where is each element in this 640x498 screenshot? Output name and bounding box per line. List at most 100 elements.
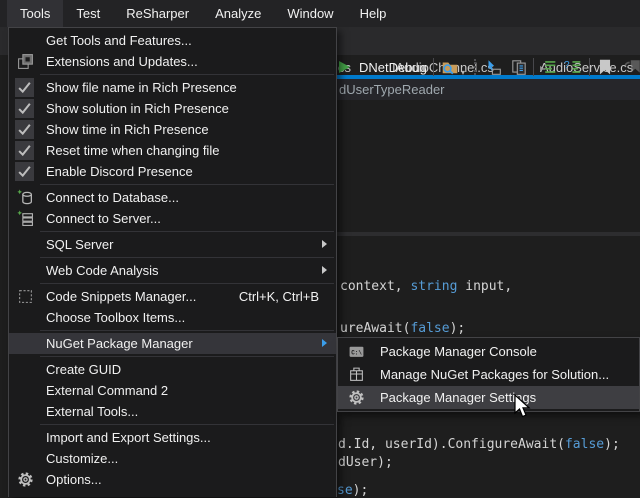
find-in-files-icon[interactable] <box>441 58 459 76</box>
menu-item-label: Show file name in Rich Presence <box>46 80 237 95</box>
bookmark-icon[interactable] <box>596 58 614 76</box>
menu-item-label: Package Manager Settings <box>380 390 536 405</box>
snippets-icon <box>17 288 34 305</box>
menu-bar: ToolsTestReSharperAnalyzeWindowHelp <box>0 0 640 27</box>
menu-item-show-file-name-in-rich-presence[interactable]: Show file name in Rich Presence <box>9 77 336 98</box>
tools-menu-panel: Get Tools and Features... Extensions and … <box>8 27 337 497</box>
gear-icon <box>17 471 34 488</box>
format-indent-icon[interactable] <box>539 58 557 76</box>
submenu-arrow-icon <box>322 240 327 248</box>
mouse-cursor <box>514 394 532 420</box>
chevron-down-icon[interactable]: ▾ <box>461 68 465 77</box>
menu-separator <box>40 330 334 331</box>
menu-item-label: Connect to Server... <box>46 211 161 226</box>
check-icon <box>15 78 34 97</box>
menu-item-label: Create GUID <box>46 362 121 377</box>
submenu-arrow-icon <box>322 339 327 347</box>
menu-item-label: Show solution in Rich Presence <box>46 101 229 116</box>
editor-divider <box>337 232 640 236</box>
menu-item-label: Import and Export Settings... <box>46 430 211 445</box>
menu-item-label: Show time in Rich Presence <box>46 122 209 137</box>
menu-item-show-time-in-rich-presence[interactable]: Show time in Rich Presence <box>9 119 336 140</box>
database-icon <box>17 189 34 206</box>
menubar-item-tools[interactable]: Tools <box>7 0 63 27</box>
menu-item-show-solution-in-rich-presence[interactable]: Show solution in Rich Presence <box>9 98 336 119</box>
menubar-item-help[interactable]: Help <box>347 0 400 27</box>
submenu-arrow-icon <box>322 266 327 274</box>
menu-item-web-code-analysis[interactable]: Web Code Analysis <box>9 260 336 281</box>
menu-item-label: Code Snippets Manager... <box>46 289 196 304</box>
menu-item-sql-server[interactable]: SQL Server <box>9 234 336 255</box>
menu-item-customize[interactable]: Customize... <box>9 448 336 469</box>
menu-item-code-snippets-manager[interactable]: Code Snippets Manager... Ctrl+K, Ctrl+B <box>9 286 336 307</box>
menu-item-enable-discord-presence[interactable]: Enable Discord Presence <box>9 161 336 182</box>
menubar-item-test[interactable]: Test <box>63 0 113 27</box>
menu-item-package-manager-console[interactable]: C:\ Package Manager Console <box>338 340 639 363</box>
code-line: se); <box>337 483 368 498</box>
menu-item-nuget-package-manager[interactable]: NuGet Package Manager <box>9 333 336 354</box>
menu-item-label: Enable Discord Presence <box>46 164 193 179</box>
menubar-item-resharper[interactable]: ReSharper <box>113 0 202 27</box>
menu-item-label: Package Manager Console <box>380 344 537 359</box>
menu-item-get-tools-and-features[interactable]: Get Tools and Features... <box>9 30 336 51</box>
menu-item-shortcut: Ctrl+K, Ctrl+B <box>239 286 319 307</box>
code-line: context, string input, <box>340 279 512 294</box>
menu-item-reset-time-when-changing-file[interactable]: Reset time when changing file <box>9 140 336 161</box>
menu-item-label: SQL Server <box>46 237 113 252</box>
server-icon <box>17 210 34 227</box>
menu-item-import-and-export-settings[interactable]: Import and Export Settings... <box>9 427 336 448</box>
run-configuration-dropdown[interactable]: DNetDebug <box>359 60 427 75</box>
run-icon[interactable] <box>339 61 350 73</box>
menu-item-label: NuGet Package Manager <box>46 336 193 351</box>
console-icon: C:\ <box>348 343 365 360</box>
toolbar-gripper[interactable] <box>474 59 479 75</box>
menu-item-label: Manage NuGet Packages for Solution... <box>380 367 609 382</box>
menu-item-create-guid[interactable]: Create GUID <box>9 359 336 380</box>
package-icon <box>348 366 365 383</box>
member-dropdown-label: dUserTypeReader <box>339 82 445 97</box>
code-line: dUser); <box>338 455 393 470</box>
check-icon <box>15 120 34 139</box>
nuget-submenu-panel: C:\ Package Manager Console Manage NuGet P… <box>337 337 640 412</box>
menu-item-label: Customize... <box>46 451 118 466</box>
duplicate-code-icon[interactable] <box>510 58 528 76</box>
chevron-down-icon[interactable]: ▾ <box>422 63 427 74</box>
menu-item-external-command-2[interactable]: External Command 2 <box>9 380 336 401</box>
menu-item-label: External Tools... <box>46 404 138 419</box>
bookmark-next-icon[interactable] <box>624 58 640 76</box>
menu-item-external-tools[interactable]: External Tools... <box>9 401 336 422</box>
check-icon <box>15 99 34 118</box>
menu-item-connect-to-database[interactable]: Connect to Database... <box>9 187 336 208</box>
menu-item-manage-nuget-packages-for-solution[interactable]: Manage NuGet Packages for Solution... <box>338 363 639 386</box>
menu-item-label: Options... <box>46 472 102 487</box>
menu-item-label: Extensions and Updates... <box>46 54 198 69</box>
menu-item-connect-to-server[interactable]: Connect to Server... <box>9 208 336 229</box>
menu-separator <box>40 231 334 232</box>
menu-separator <box>40 184 334 185</box>
check-icon <box>15 162 34 181</box>
menu-separator <box>40 356 334 357</box>
format-document-icon[interactable]: ? <box>564 58 582 76</box>
menubar-item-window[interactable]: Window <box>274 0 346 27</box>
menu-item-label: Connect to Database... <box>46 190 179 205</box>
editor-navigation-bar[interactable]: dUserTypeReader <box>337 79 640 100</box>
menu-item-package-manager-settings[interactable]: Package Manager Settings <box>338 386 639 409</box>
svg-text:C:\: C:\ <box>351 349 362 356</box>
toolbar-separator <box>589 58 590 76</box>
menu-item-options[interactable]: Options... <box>9 469 336 490</box>
menu-item-label: Web Code Analysis <box>46 263 159 278</box>
menu-item-label: External Command 2 <box>46 383 168 398</box>
navigate-to-icon[interactable] <box>484 58 502 76</box>
toolbar-separator <box>533 58 534 76</box>
toolbar-separator <box>433 58 434 76</box>
menu-item-label: Reset time when changing file <box>46 143 219 158</box>
menu-separator <box>40 257 334 258</box>
menu-separator <box>40 74 334 75</box>
menu-item-choose-toolbox-items[interactable]: Choose Toolbox Items... <box>9 307 336 328</box>
extensions-icon <box>17 53 34 70</box>
menu-item-label: Get Tools and Features... <box>46 33 192 48</box>
code-line: d.Id, userId).ConfigureAwait(false); <box>338 437 620 452</box>
menubar-item-analyze[interactable]: Analyze <box>202 0 274 27</box>
code-line: ureAwait(false); <box>340 321 465 336</box>
menu-item-extensions-and-updates[interactable]: Extensions and Updates... <box>9 51 336 72</box>
